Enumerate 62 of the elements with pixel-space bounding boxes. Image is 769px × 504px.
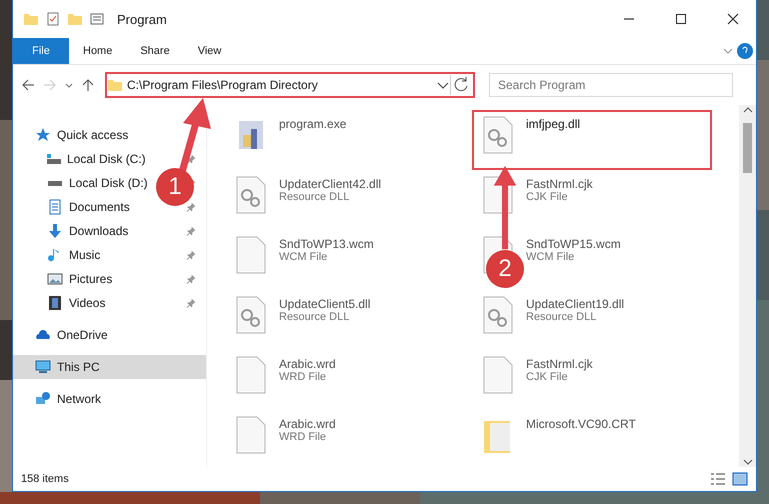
file-type: WCM File	[279, 251, 328, 263]
properties-icon	[89, 11, 105, 27]
checklist-icon	[45, 11, 61, 27]
sidebar-item[interactable]: Pictures	[69, 272, 112, 286]
file-type: CJK File	[526, 191, 569, 203]
star-icon	[35, 127, 51, 143]
maximize-icon	[675, 13, 687, 25]
ribbon-tab[interactable]: View	[184, 38, 236, 64]
drive-icon	[48, 180, 62, 186]
sidebar-item[interactable]: Local Disk (D:)	[69, 176, 148, 190]
address-bar[interactable]: C:\Program Files\Program Directory	[105, 72, 475, 98]
scroll-down-icon[interactable]	[742, 457, 752, 467]
sidebar-item[interactable]: Local Disk (C:)	[67, 152, 146, 166]
file-type: WCM File	[526, 251, 576, 263]
sidebar-item[interactable]: Music	[69, 248, 100, 262]
file-type: WRD File	[279, 431, 328, 443]
file-name: Arabic.wrd	[279, 357, 336, 371]
file-type: Resource DLL	[526, 311, 598, 323]
scrollbar[interactable]	[739, 105, 756, 467]
file-name: program.exe	[279, 117, 346, 131]
file-name: imfjpeg.dll	[526, 117, 580, 131]
details-view-icon[interactable]	[710, 472, 726, 486]
thumbnail-view-icon[interactable]	[732, 472, 748, 486]
sidebar-item[interactable]: Videos	[69, 296, 106, 310]
file-name: UpdateClient19.dll	[526, 297, 624, 311]
scroll-thumb[interactable]	[743, 123, 752, 173]
file-type: Resource DLL	[279, 311, 350, 323]
folder-icon	[23, 11, 39, 27]
sidebar-item[interactable]: OneDrive	[13, 323, 206, 347]
close-icon	[727, 13, 739, 25]
sidebar-item[interactable]: Downloads	[69, 224, 128, 238]
download-icon	[47, 223, 63, 239]
sidebar-item[interactable]: Documents	[69, 200, 130, 214]
network-icon	[35, 391, 51, 407]
ribbon-tab[interactable]: File	[13, 38, 69, 64]
search-field[interactable]: Search Program	[489, 73, 733, 97]
file-name: FastNrml.cjk	[526, 357, 593, 371]
folder-icon	[67, 11, 83, 27]
file-name: Arabic.wrd	[279, 417, 336, 431]
file-name: UpdaterClient42.dll	[279, 177, 382, 191]
file-type: Resource DLL	[279, 191, 350, 203]
scroll-up-icon[interactable]	[742, 105, 752, 115]
folder-icon	[107, 77, 123, 93]
file-name: SndToWP15.wcm	[526, 237, 621, 251]
file-type: WRD File	[279, 371, 328, 383]
pictures-icon	[47, 271, 63, 287]
file-name: SndToWP13.wcm	[279, 237, 374, 251]
window-title: Program	[117, 12, 168, 26]
file-name: UpdateClient5.dll	[279, 297, 370, 311]
film-icon	[47, 295, 63, 311]
sidebar-item[interactable]: This PC	[13, 355, 206, 379]
file-type: CJK File	[526, 371, 569, 383]
item-count: 158 items	[21, 473, 70, 485]
monitor-icon	[35, 359, 51, 375]
drive-icon	[47, 154, 61, 164]
ribbon-tab[interactable]: Share	[126, 38, 184, 64]
file-name: Microsoft.VC90.CRT	[526, 417, 636, 431]
sidebar-item[interactable]: Quick access	[13, 123, 206, 147]
sidebar-item[interactable]: Network	[13, 387, 206, 411]
ribbon-tab[interactable]: Home	[69, 38, 126, 64]
document-icon	[47, 199, 63, 215]
file-name: FastNrml.cjk	[526, 177, 593, 191]
